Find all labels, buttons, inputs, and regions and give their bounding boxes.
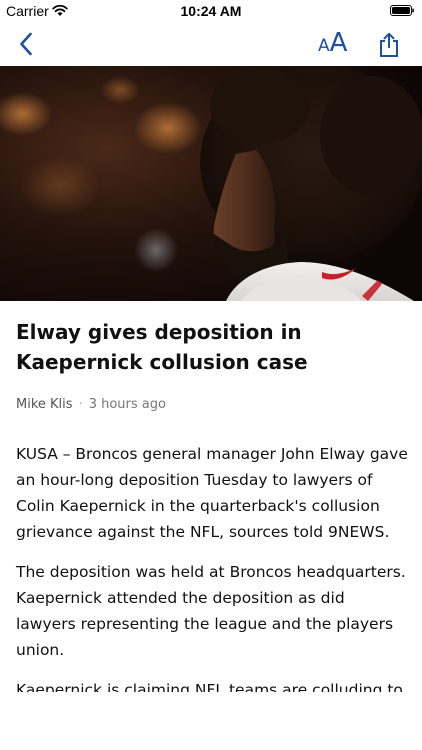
article-headline: Elway gives deposition in Kaepernick col… <box>16 320 308 374</box>
chevron-left-icon <box>20 32 32 56</box>
bottom-safe-area <box>0 692 422 750</box>
hero-photo <box>0 66 422 301</box>
text-size-small-glyph: A <box>318 36 330 56</box>
article-body: KUSA – Broncos general manager John Elwa… <box>16 441 408 698</box>
text-size-large-glyph: A <box>329 28 348 58</box>
article-content: Elway gives deposition in Kaepernick col… <box>0 301 422 698</box>
status-time: 10:24 AM <box>180 3 242 19</box>
share-icon <box>380 32 398 57</box>
article-hero-image <box>0 66 422 301</box>
article-byline: Mike Klis · 3 hours ago <box>16 397 166 412</box>
navigation-bar: AA <box>0 22 422 66</box>
article-paragraph: KUSA – Broncos general manager John Elwa… <box>16 445 408 541</box>
author-name[interactable]: Mike Klis <box>16 397 73 412</box>
byline-separator: · <box>78 397 83 412</box>
text-size-button[interactable]: AA <box>314 28 351 58</box>
share-button[interactable] <box>374 30 404 60</box>
battery-icon <box>390 5 414 16</box>
article-paragraph: The deposition was held at Broncos headq… <box>16 563 406 659</box>
published-time: 3 hours ago <box>88 397 166 412</box>
status-bar: Carrier 10:24 AM <box>0 0 422 22</box>
back-button[interactable] <box>12 30 40 58</box>
